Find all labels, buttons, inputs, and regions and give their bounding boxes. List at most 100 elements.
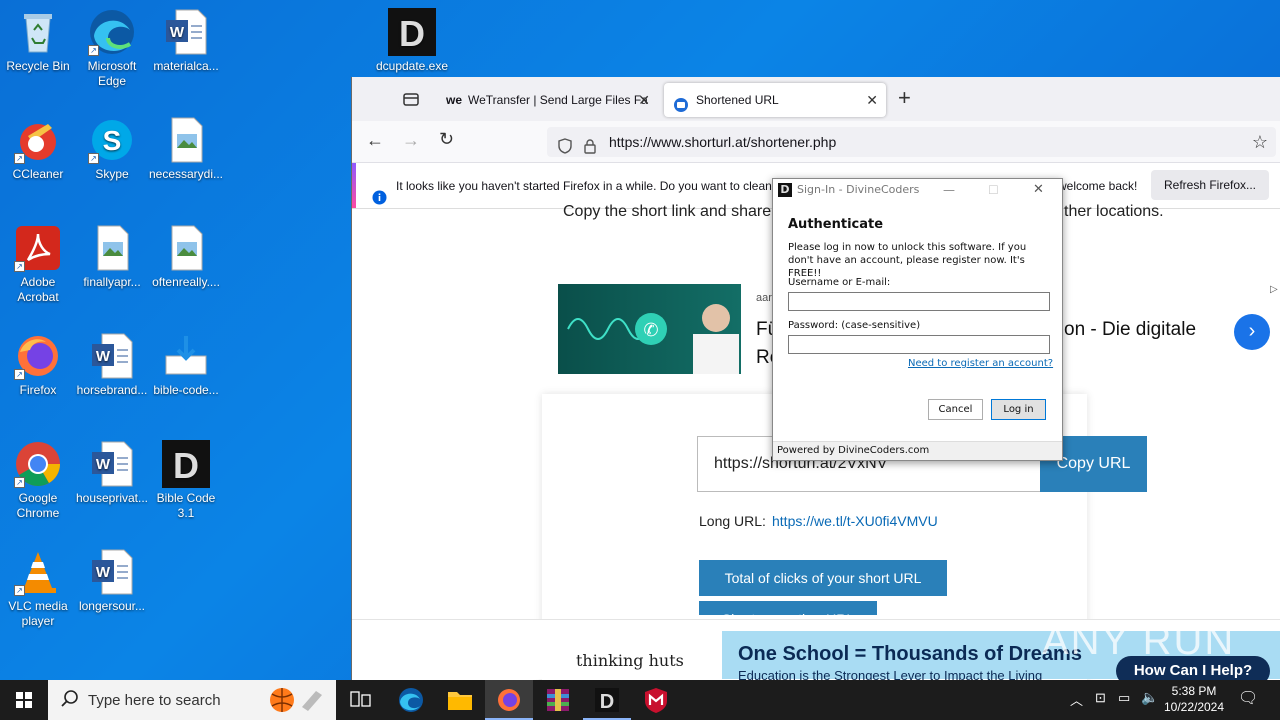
dialog-titlebar[interactable]: D Sign-In - DivineCoders — ☐ ✕ [773, 179, 1062, 201]
dcupdate-exe[interactable]: D dcupdate.exe [374, 8, 450, 74]
shield-icon[interactable] [557, 134, 573, 164]
back-arrow-icon[interactable]: ← [366, 130, 384, 151]
clock-date: 10/22/2024 [1163, 700, 1225, 714]
password-input[interactable] [788, 335, 1050, 354]
firefox-icon: ↗ [14, 332, 62, 380]
network-icon[interactable]: ⊡ [1095, 690, 1106, 706]
recycle-bin-shortcut[interactable]: Recycle Bin [0, 8, 76, 74]
maximize-icon[interactable]: ☐ [988, 179, 999, 201]
taskbar-edge-icon[interactable] [387, 680, 435, 720]
minimize-icon[interactable]: — [943, 179, 955, 201]
taskbar-winrar-icon[interactable] [534, 680, 582, 720]
system-clock[interactable]: 5:38 PM 10/22/2024 [1162, 683, 1226, 715]
taskbar: Type here to search D ︿ ⊡ ▭ 🔈 5:38 PM 10… [0, 680, 1280, 720]
task-view-button[interactable] [336, 680, 384, 720]
new-tab-plus-icon[interactable]: + [898, 85, 911, 111]
adchoices-icon[interactable]: ▷ [1270, 284, 1278, 295]
long-url-link[interactable]: https://we.tl/t-XU0fi4VMVU [772, 513, 938, 529]
desktop-icon-label: Recycle Bin [6, 59, 70, 73]
desktop-icon-label: Bible Code 3.1 [156, 491, 216, 520]
clock-time: 5:38 PM [1171, 684, 1217, 698]
username-input[interactable] [788, 292, 1050, 311]
shortcut-arrow-icon: ↗ [14, 369, 25, 380]
ad-brand: aar [756, 292, 772, 304]
help-chat-button[interactable]: How Can I Help? [1116, 656, 1270, 680]
login-button[interactable]: Log in [991, 399, 1046, 420]
reload-icon[interactable]: ↻ [439, 129, 454, 150]
svg-text:S: S [103, 125, 122, 156]
battery-icon[interactable]: ▭ [1118, 690, 1130, 706]
desktop-icon-label: Microsoft Edge [87, 59, 137, 88]
url-text: https://www.shorturl.at/shortener.php [609, 134, 837, 150]
search-highlight-icon [266, 685, 328, 720]
total-clicks-button[interactable]: Total of clicks of your short URL [699, 560, 947, 596]
close-tab-icon[interactable]: ✕ [866, 83, 878, 117]
taskbar-divinecoders-icon[interactable]: D [583, 680, 631, 720]
close-tab-icon[interactable]: ✕ [638, 83, 650, 117]
bookmark-star-icon[interactable]: ☆ [1252, 127, 1268, 157]
word-file-houseprivat[interactable]: W houseprivat... [74, 440, 150, 506]
tab-shortened-url[interactable]: Shortened URL ✕ [664, 83, 886, 117]
download-file-icon [162, 332, 210, 380]
vlc-shortcut[interactable]: ↗ VLC media player [0, 548, 76, 629]
volume-icon[interactable]: 🔈 [1141, 689, 1158, 706]
shorten-another-button[interactable]: Shorten another URL [699, 601, 877, 615]
powered-by-text: Powered by DivineCoders.com [777, 445, 930, 456]
image-file-finallyapr[interactable]: finallyapr... [74, 224, 150, 290]
desktop-icon-label: Skype [95, 167, 129, 181]
cancel-button[interactable]: Cancel [928, 399, 983, 420]
image-file-necessarydi[interactable]: necessarydi... [148, 116, 224, 182]
wetransfer-logo-icon: we [446, 93, 463, 107]
ccleaner-shortcut[interactable]: ↗ CCleaner [0, 116, 76, 182]
forward-arrow-icon[interactable]: → [402, 130, 420, 151]
signin-dialog: D Sign-In - DivineCoders — ☐ ✕ Authentic… [772, 178, 1063, 461]
taskbar-firefox-icon[interactable] [485, 680, 533, 720]
microsoft-edge-shortcut[interactable]: ↗ Microsoft Edge [74, 8, 150, 89]
desktop-icon-label: CCleaner [12, 167, 64, 181]
desktop-icon-label: materialca... [153, 59, 219, 73]
bible-code-app-shortcut[interactable]: D Bible Code 3.1 [148, 440, 224, 521]
ccleaner-icon: ↗ [14, 116, 62, 164]
thinking-huts-logo[interactable]: thinking huts [576, 651, 684, 670]
adobe-acrobat-shortcut[interactable]: ↗ Adobe Acrobat [0, 224, 76, 305]
refresh-firefox-button[interactable]: Refresh Firefox... [1151, 170, 1269, 200]
taskbar-search-box[interactable]: Type here to search [48, 680, 336, 720]
firefox-shortcut[interactable]: ↗ Firefox [0, 332, 76, 398]
lock-icon[interactable] [583, 134, 597, 164]
taskbar-mcafee-icon[interactable] [632, 680, 680, 720]
google-chrome-shortcut[interactable]: ↗ Google Chrome [0, 440, 76, 521]
word-file-materialca[interactable]: W materialca... [148, 8, 224, 74]
page-heading-left: Copy the short link and share i [563, 203, 780, 220]
register-link[interactable]: Need to register an account? [908, 358, 1053, 369]
close-icon[interactable]: ✕ [1033, 179, 1044, 201]
search-placeholder: Type here to search [88, 692, 221, 709]
word-file-horsebrand[interactable]: W horsebrand... [74, 332, 150, 398]
url-bar[interactable]: https://www.shorturl.at/shortener.php ☆ [547, 127, 1276, 157]
notifications-icon[interactable]: 🗨 [1238, 688, 1258, 708]
divinecoders-d-icon: D [388, 8, 436, 56]
svg-text:W: W [96, 564, 111, 581]
desktop-icon-label: VLC media player [8, 599, 68, 628]
start-button[interactable] [0, 680, 48, 720]
dialog-message: Please log in now to unlock this softwar… [788, 242, 1027, 279]
desktop-icon-label: dcupdate.exe [375, 59, 449, 73]
word-document-icon: W [88, 548, 136, 596]
long-url-label: Long URL: [699, 513, 766, 529]
taskbar-file-explorer-icon[interactable] [436, 680, 484, 720]
image-file-oftenreally[interactable]: oftenreally.... [148, 224, 224, 290]
word-file-longersour[interactable]: W longersour... [74, 548, 150, 614]
desktop-icon-label: necessarydi... [148, 167, 224, 181]
show-hidden-icons-chevron-icon[interactable]: ︿ [1070, 690, 1083, 709]
ad-image[interactable]: ✆ [558, 284, 741, 374]
desktop-icon-label: bible-code... [153, 383, 219, 397]
tab-manager-icon[interactable] [402, 90, 420, 113]
skype-shortcut[interactable]: S ↗ Skype [74, 116, 150, 182]
shortcut-arrow-icon: ↗ [14, 261, 25, 272]
ad-next-chevron-icon[interactable]: › [1234, 314, 1270, 350]
recycle-bin-icon [14, 8, 62, 56]
tab-wetransfer[interactable]: we WeTransfer | Send Large Files Fa ✕ [436, 83, 658, 117]
svg-text:W: W [96, 348, 111, 365]
svg-text:✆: ✆ [643, 320, 658, 341]
bible-code-download[interactable]: bible-code... [148, 332, 224, 398]
svg-text:D: D [173, 445, 199, 486]
